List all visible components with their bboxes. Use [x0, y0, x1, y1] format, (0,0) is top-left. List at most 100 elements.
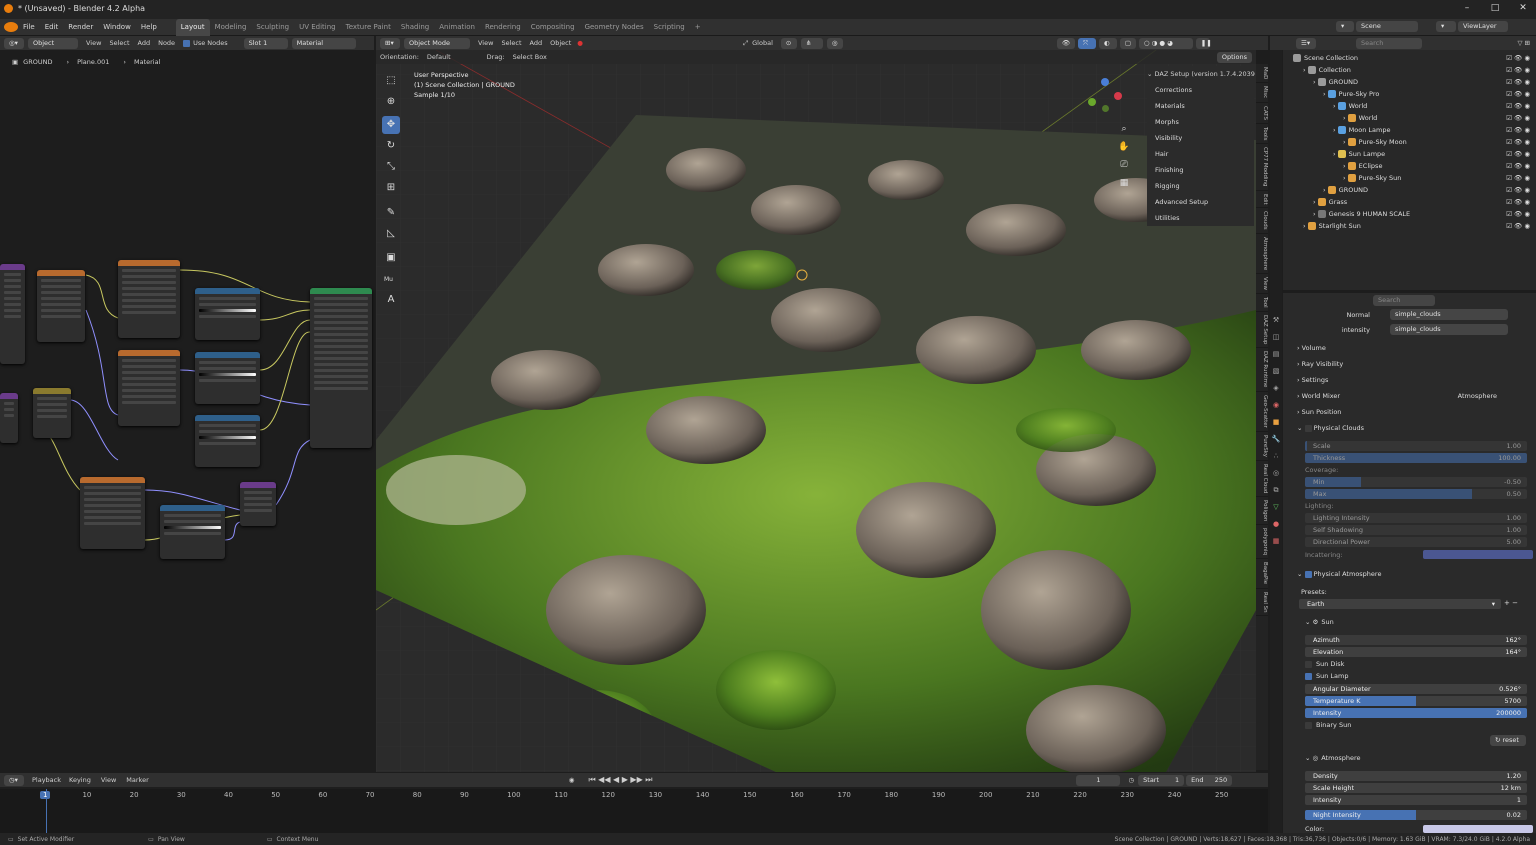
visibility-toggle-icons[interactable]: ☑ 👁 ◉	[1506, 148, 1530, 160]
visibility-toggle-icons[interactable]: ☑ 👁 ◉	[1506, 196, 1530, 208]
tab-animation[interactable]: Animation	[434, 19, 480, 36]
self-shadowing-field[interactable]: Self Shadowing 1.00	[1305, 525, 1527, 535]
thickness-slider[interactable]: Thickness 100.00	[1305, 453, 1527, 463]
texture-tab-icon[interactable]: ▦	[1270, 533, 1282, 550]
pan-hand-icon[interactable]: ✋	[1117, 138, 1131, 156]
transform-orientation-selector[interactable]: Global	[752, 39, 773, 47]
menu-add[interactable]: Add	[138, 39, 151, 47]
visibility-toggle-icons[interactable]: ☑ 👁 ◉	[1506, 100, 1530, 112]
move-tool-icon[interactable]: ✥	[382, 116, 400, 134]
atmosphere-section-toggle[interactable]: ⌄ ◎	[1305, 754, 1318, 762]
physical-clouds-checkbox[interactable]	[1304, 424, 1312, 432]
menu-view[interactable]: View	[478, 39, 493, 47]
panel-ray-visibility[interactable]: › Ray Visibility	[1297, 360, 1525, 368]
panel-advanced-setup[interactable]: Advanced Setup	[1147, 194, 1254, 210]
temperature-slider[interactable]: Temperature K 5700	[1305, 696, 1527, 706]
orientation-selector[interactable]: Default	[427, 53, 451, 61]
xray-icon[interactable]: ▢	[1119, 37, 1136, 49]
daz-setup-title[interactable]: DAZ Setup (version 1.7.4.2039	[1155, 70, 1255, 78]
node-specular-texture[interactable]	[118, 350, 180, 426]
chevron-right-icon[interactable]: ›	[1343, 138, 1348, 146]
visibility-toggle-icons[interactable]: ☑ 👁 ◉	[1506, 172, 1530, 184]
sidebar-tab[interactable]: View	[1256, 274, 1268, 295]
playback-menu[interactable]: Playback	[32, 776, 61, 784]
panel-utilities[interactable]: Utilities	[1147, 210, 1254, 226]
tab-uv-editing[interactable]: UV Editing	[294, 19, 341, 36]
visibility-toggle-icons[interactable]: ☑ 👁 ◉	[1506, 88, 1530, 100]
panel-hair[interactable]: Hair	[1147, 146, 1254, 162]
sun-section-toggle[interactable]: ⌄ ⚙	[1305, 618, 1318, 626]
blender-menu-icon[interactable]	[4, 22, 18, 32]
incattering-color-swatch[interactable]	[1423, 550, 1533, 559]
display-mode-icon[interactable]: ☰▾	[1296, 37, 1316, 49]
sidebar-tab[interactable]: DAZ Runtime	[1256, 348, 1268, 392]
world-tab-icon[interactable]: ◉	[1270, 397, 1282, 414]
output-tab-icon[interactable]: ▤	[1270, 346, 1282, 363]
atmosphere-intensity-field[interactable]: Intensity 1	[1305, 795, 1527, 805]
pivot-icon[interactable]: ⊙	[780, 37, 797, 49]
elevation-field[interactable]: Elevation 164°	[1305, 647, 1527, 657]
keying-menu[interactable]: Keying	[69, 776, 91, 784]
close-icon[interactable]: ✕	[1516, 3, 1530, 15]
visibility-toggle-icons[interactable]: ☑ 👁 ◉	[1506, 208, 1530, 220]
gizmo-y-axis[interactable]	[1088, 98, 1096, 106]
outliner-item[interactable]: › World ☑ 👁 ◉	[1283, 112, 1536, 124]
constraints-tab-icon[interactable]: ⧉	[1270, 482, 1282, 499]
data-tab-icon[interactable]: ▽	[1270, 499, 1282, 516]
material-selector[interactable]: Material	[291, 37, 356, 49]
view-layer-selector[interactable]: ViewLayer	[1458, 21, 1508, 32]
chevron-right-icon[interactable]: ›	[1323, 186, 1328, 194]
rotate-tool-icon[interactable]: ↻	[382, 137, 400, 155]
directional-power-field[interactable]: Directional Power 5.00	[1305, 537, 1527, 547]
node-image-texture[interactable]	[118, 260, 180, 338]
transform-tool-icon[interactable]: ⊞	[382, 179, 400, 197]
node-color-ramp-3[interactable]	[195, 415, 260, 467]
mode-selector[interactable]: Object Mode	[404, 37, 470, 49]
chevron-right-icon[interactable]: ›	[1343, 174, 1348, 182]
gizmo-neg-y-axis[interactable]	[1102, 105, 1109, 112]
node-normal-texture[interactable]	[80, 477, 145, 549]
chevron-right-icon[interactable]: ›	[1343, 114, 1348, 122]
node-texture-partial[interactable]	[0, 264, 25, 364]
tool-tab-icon[interactable]: ⚒	[1270, 312, 1282, 329]
panel-materials[interactable]: Materials	[1147, 98, 1254, 114]
drag-selector[interactable]: Select Box	[513, 53, 547, 61]
modifier-tab-icon[interactable]: 🔧	[1270, 431, 1282, 448]
density-field[interactable]: Density 1.20	[1305, 771, 1527, 781]
physics-tab-icon[interactable]: ◎	[1270, 465, 1282, 482]
current-frame-field[interactable]: 1	[1076, 774, 1121, 786]
menu-node[interactable]: Node	[158, 39, 175, 47]
physical-atmosphere-checkbox[interactable]	[1304, 570, 1312, 578]
visibility-toggle-icons[interactable]: ☑ 👁 ◉	[1506, 136, 1530, 148]
node-partial-left[interactable]	[0, 393, 18, 443]
sidebar-tab[interactable]: CP77 Modding	[1256, 144, 1268, 191]
view-layer-icon[interactable]: ▾	[1436, 21, 1456, 32]
chevron-right-icon[interactable]: ›	[1313, 210, 1318, 218]
properties-search-input[interactable]: Search	[1373, 295, 1435, 306]
menu-add[interactable]: Add	[530, 39, 543, 47]
lighting-intensity-field[interactable]: Lighting Intensity 1.00	[1305, 513, 1527, 523]
outliner-item[interactable]: › Moon Lampe ☑ 👁 ◉	[1283, 124, 1536, 136]
use-nodes-checkbox[interactable]	[183, 39, 191, 47]
panel-world-mixer[interactable]: › World Mixer Atmosphere	[1297, 392, 1525, 400]
scene-tab-icon[interactable]: ◈	[1270, 380, 1282, 397]
autokey-icon[interactable]: ◉	[569, 776, 575, 784]
panel-volume[interactable]: › Volume	[1297, 344, 1525, 352]
chevron-right-icon[interactable]: ›	[1303, 66, 1308, 74]
add-preset-icon[interactable]: + −	[1504, 599, 1518, 607]
menu-edit[interactable]: Edit	[40, 19, 64, 36]
sidebar-tab[interactable]: polygoniq	[1256, 525, 1268, 560]
add-cube-tool-icon[interactable]: ▣	[382, 249, 400, 267]
visibility-toggle-icons[interactable]: ☑ 👁 ◉	[1506, 112, 1530, 124]
binary-sun-checkbox[interactable]	[1305, 721, 1312, 729]
cursor-tool-icon[interactable]: ⊕	[382, 93, 400, 111]
sidebar-tab[interactable]: Edit	[1256, 191, 1268, 209]
sidebar-tab[interactable]: Real Cloud	[1256, 461, 1268, 497]
visibility-toggle-icons[interactable]: ☑ 👁 ◉	[1506, 64, 1530, 76]
node-color-ramp-1[interactable]	[195, 288, 260, 340]
select-box-tool-icon[interactable]: ⬚	[382, 72, 400, 90]
chevron-right-icon[interactable]: ›	[1313, 78, 1318, 86]
tab-texture-paint[interactable]: Texture Paint	[341, 19, 396, 36]
sidebar-tab[interactable]: Real Sn	[1256, 589, 1268, 617]
sidebar-tab[interactable]: Geo-Scatter	[1256, 392, 1268, 432]
